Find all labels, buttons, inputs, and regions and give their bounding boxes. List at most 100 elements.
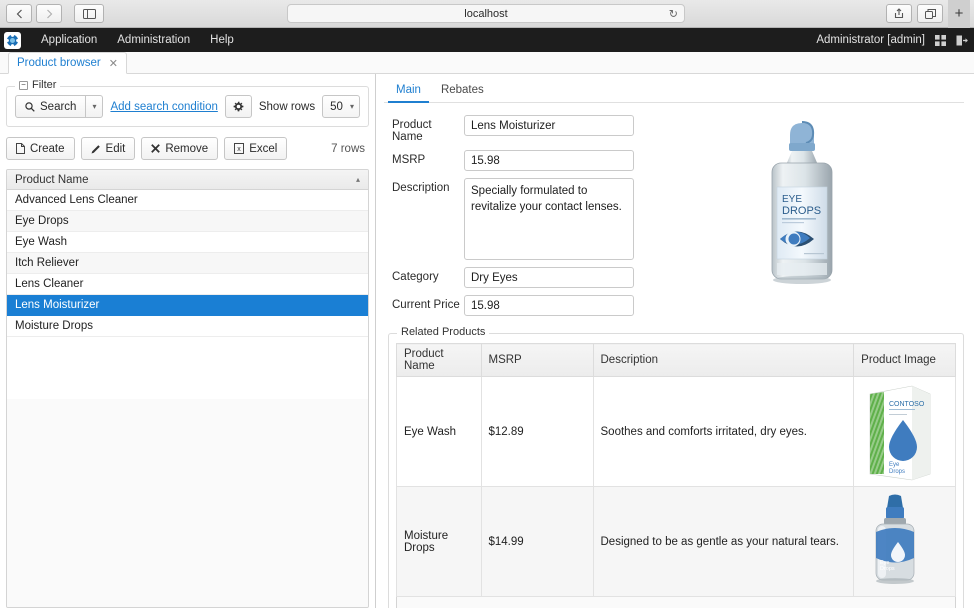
close-icon[interactable]: ✕ — [109, 57, 118, 70]
product-row-label: Eye Drops — [15, 215, 69, 227]
moisture-drops-bottle-image: Eye Drops — [875, 494, 915, 584]
excel-icon: x — [234, 143, 245, 154]
current-price-input[interactable]: 15.98 — [464, 295, 634, 316]
reload-icon[interactable]: ↻ — [669, 7, 678, 20]
file-icon — [16, 143, 25, 154]
product-row[interactable]: Lens Cleaner — [7, 274, 368, 295]
tab-overview-button[interactable] — [917, 4, 943, 23]
tab-product-browser[interactable]: Product browser ✕ — [8, 52, 127, 74]
create-button[interactable]: Create — [6, 137, 75, 160]
x-icon — [151, 144, 161, 153]
grid-header-product-name[interactable]: Product Name ▴ — [7, 170, 368, 190]
product-grid: Product Name ▴ Advanced Lens Cleaner Eye … — [6, 169, 369, 608]
create-button-label: Create — [30, 142, 65, 155]
msrp-label: MSRP — [392, 154, 426, 166]
back-button[interactable] — [6, 4, 32, 23]
sidebar-toggle-button[interactable] — [74, 4, 104, 23]
bottle-label-line1: EYE — [782, 194, 802, 205]
field-description: Description Specially formulated to revi… — [392, 178, 642, 260]
product-row[interactable]: Eye Drops — [7, 211, 368, 232]
column-description[interactable]: Description — [592, 343, 855, 377]
column-product-name[interactable]: Product Name — [396, 343, 482, 377]
related-products-empty-space — [396, 597, 956, 608]
msrp-value: 15.98 — [471, 154, 500, 167]
excel-button[interactable]: x Excel — [224, 137, 288, 160]
action-toolbar: Create Edit Remove x Excel 7 rows — [6, 137, 369, 160]
grid-header-label: Product Name — [15, 173, 89, 186]
address-bar[interactable]: localhost ↻ — [287, 4, 685, 23]
bottle-label-line2: DROPS — [782, 205, 821, 217]
pencil-icon — [91, 144, 101, 154]
svg-text:Drops: Drops — [880, 566, 895, 572]
tab-label: Product browser — [17, 57, 101, 69]
category-value: Dry Eyes — [471, 271, 518, 284]
column-msrp[interactable]: MSRP — [480, 343, 594, 377]
add-search-condition-link[interactable]: Add search condition — [110, 101, 217, 113]
msrp-input[interactable]: 15.98 — [464, 150, 634, 171]
product-row[interactable]: Lens Moisturizer — [7, 295, 368, 316]
search-button[interactable]: Search — [15, 95, 87, 118]
new-tab-button[interactable]: + — [948, 0, 970, 28]
related-product-row[interactable]: Moisture Drops $14.99 Designed to be as ge… — [396, 486, 956, 597]
cell-msrp: $14.99 — [480, 486, 594, 597]
product-row[interactable]: Itch Reliever — [7, 253, 368, 274]
filter-panel: − Filter Search ▾ Add search condition S… — [6, 79, 369, 127]
description-textarea[interactable]: Specially formulated to revitalize your … — [464, 178, 634, 260]
product-row[interactable]: Eye Wash — [7, 232, 368, 253]
detail-tab-strip: Main Rebates — [384, 82, 964, 103]
related-products-header-row: Product Name MSRP Description Product Im… — [396, 343, 956, 377]
search-icon — [25, 101, 35, 112]
menu-administration[interactable]: Administration — [107, 28, 200, 52]
product-row-label: Moisture Drops — [15, 320, 93, 332]
filter-settings-button[interactable] — [224, 95, 252, 118]
row-count-label: 7 rows — [331, 142, 365, 155]
product-row[interactable]: Advanced Lens Cleaner — [7, 190, 368, 211]
related-product-row[interactable]: Eye Wash $12.89 Soothes and comforts irrit… — [396, 376, 956, 487]
remove-button[interactable]: Remove — [141, 137, 219, 160]
description-label: Description — [392, 182, 450, 194]
cell-description: Designed to be as gentle as your natural… — [592, 486, 855, 597]
product-name-input[interactable]: Lens Moisturizer — [464, 115, 634, 136]
product-row-label: Lens Cleaner — [15, 278, 84, 290]
app-logo-icon[interactable] — [4, 31, 21, 49]
excel-button-label: Excel — [249, 142, 278, 155]
edit-button[interactable]: Edit — [80, 137, 136, 160]
category-input[interactable]: Dry Eyes — [464, 267, 634, 288]
product-row-label: Lens Moisturizer — [15, 299, 100, 311]
share-button[interactable] — [886, 4, 912, 23]
forward-button[interactable] — [36, 4, 62, 23]
svg-text:x: x — [237, 146, 241, 153]
search-button-label: Search — [40, 100, 77, 113]
tab-main[interactable]: Main — [388, 82, 429, 103]
application-header: Application Administration Help Administ… — [0, 28, 974, 52]
filter-legend[interactable]: − Filter — [15, 79, 61, 91]
column-product-image[interactable]: Product Image — [853, 343, 956, 377]
product-image-container: EYE DROPS — [642, 115, 964, 323]
detail-form: Product Name Lens Moisturizer MSRP 15.98… — [392, 115, 642, 323]
menu-help[interactable]: Help — [200, 28, 244, 52]
chevron-down-icon: ▾ — [349, 102, 354, 111]
menu-application[interactable]: Application — [31, 28, 107, 52]
search-button-group: Search ▾ — [15, 95, 104, 118]
search-dropdown-button[interactable]: ▾ — [86, 95, 104, 118]
field-product-name: Product Name Lens Moisturizer — [392, 115, 642, 143]
svg-text:CONTOSO: CONTOSO — [889, 401, 925, 408]
product-row[interactable]: Moisture Drops — [7, 316, 368, 337]
grid-apps-icon[interactable] — [935, 34, 946, 46]
edit-button-label: Edit — [105, 142, 126, 155]
show-rows-select[interactable]: 50 ▾ — [322, 95, 360, 118]
field-current-price: Current Price 15.98 — [392, 295, 642, 316]
svg-text:Eye: Eye — [889, 462, 900, 468]
product-name-value: Lens Moisturizer — [471, 119, 556, 132]
field-msrp: MSRP 15.98 — [392, 150, 642, 171]
collapse-icon[interactable]: − — [19, 80, 28, 90]
gear-icon — [233, 101, 244, 112]
related-products-table: Product Name MSRP Description Product Im… — [396, 343, 956, 597]
tab-rebates[interactable]: Rebates — [433, 82, 492, 102]
logout-icon[interactable] — [956, 35, 968, 46]
current-price-label: Current Price — [392, 299, 460, 311]
nav-button-group — [6, 4, 104, 23]
filter-legend-label: Filter — [32, 79, 57, 91]
browser-right-controls: + — [886, 0, 970, 28]
chevron-down-icon: ▾ — [92, 102, 97, 111]
